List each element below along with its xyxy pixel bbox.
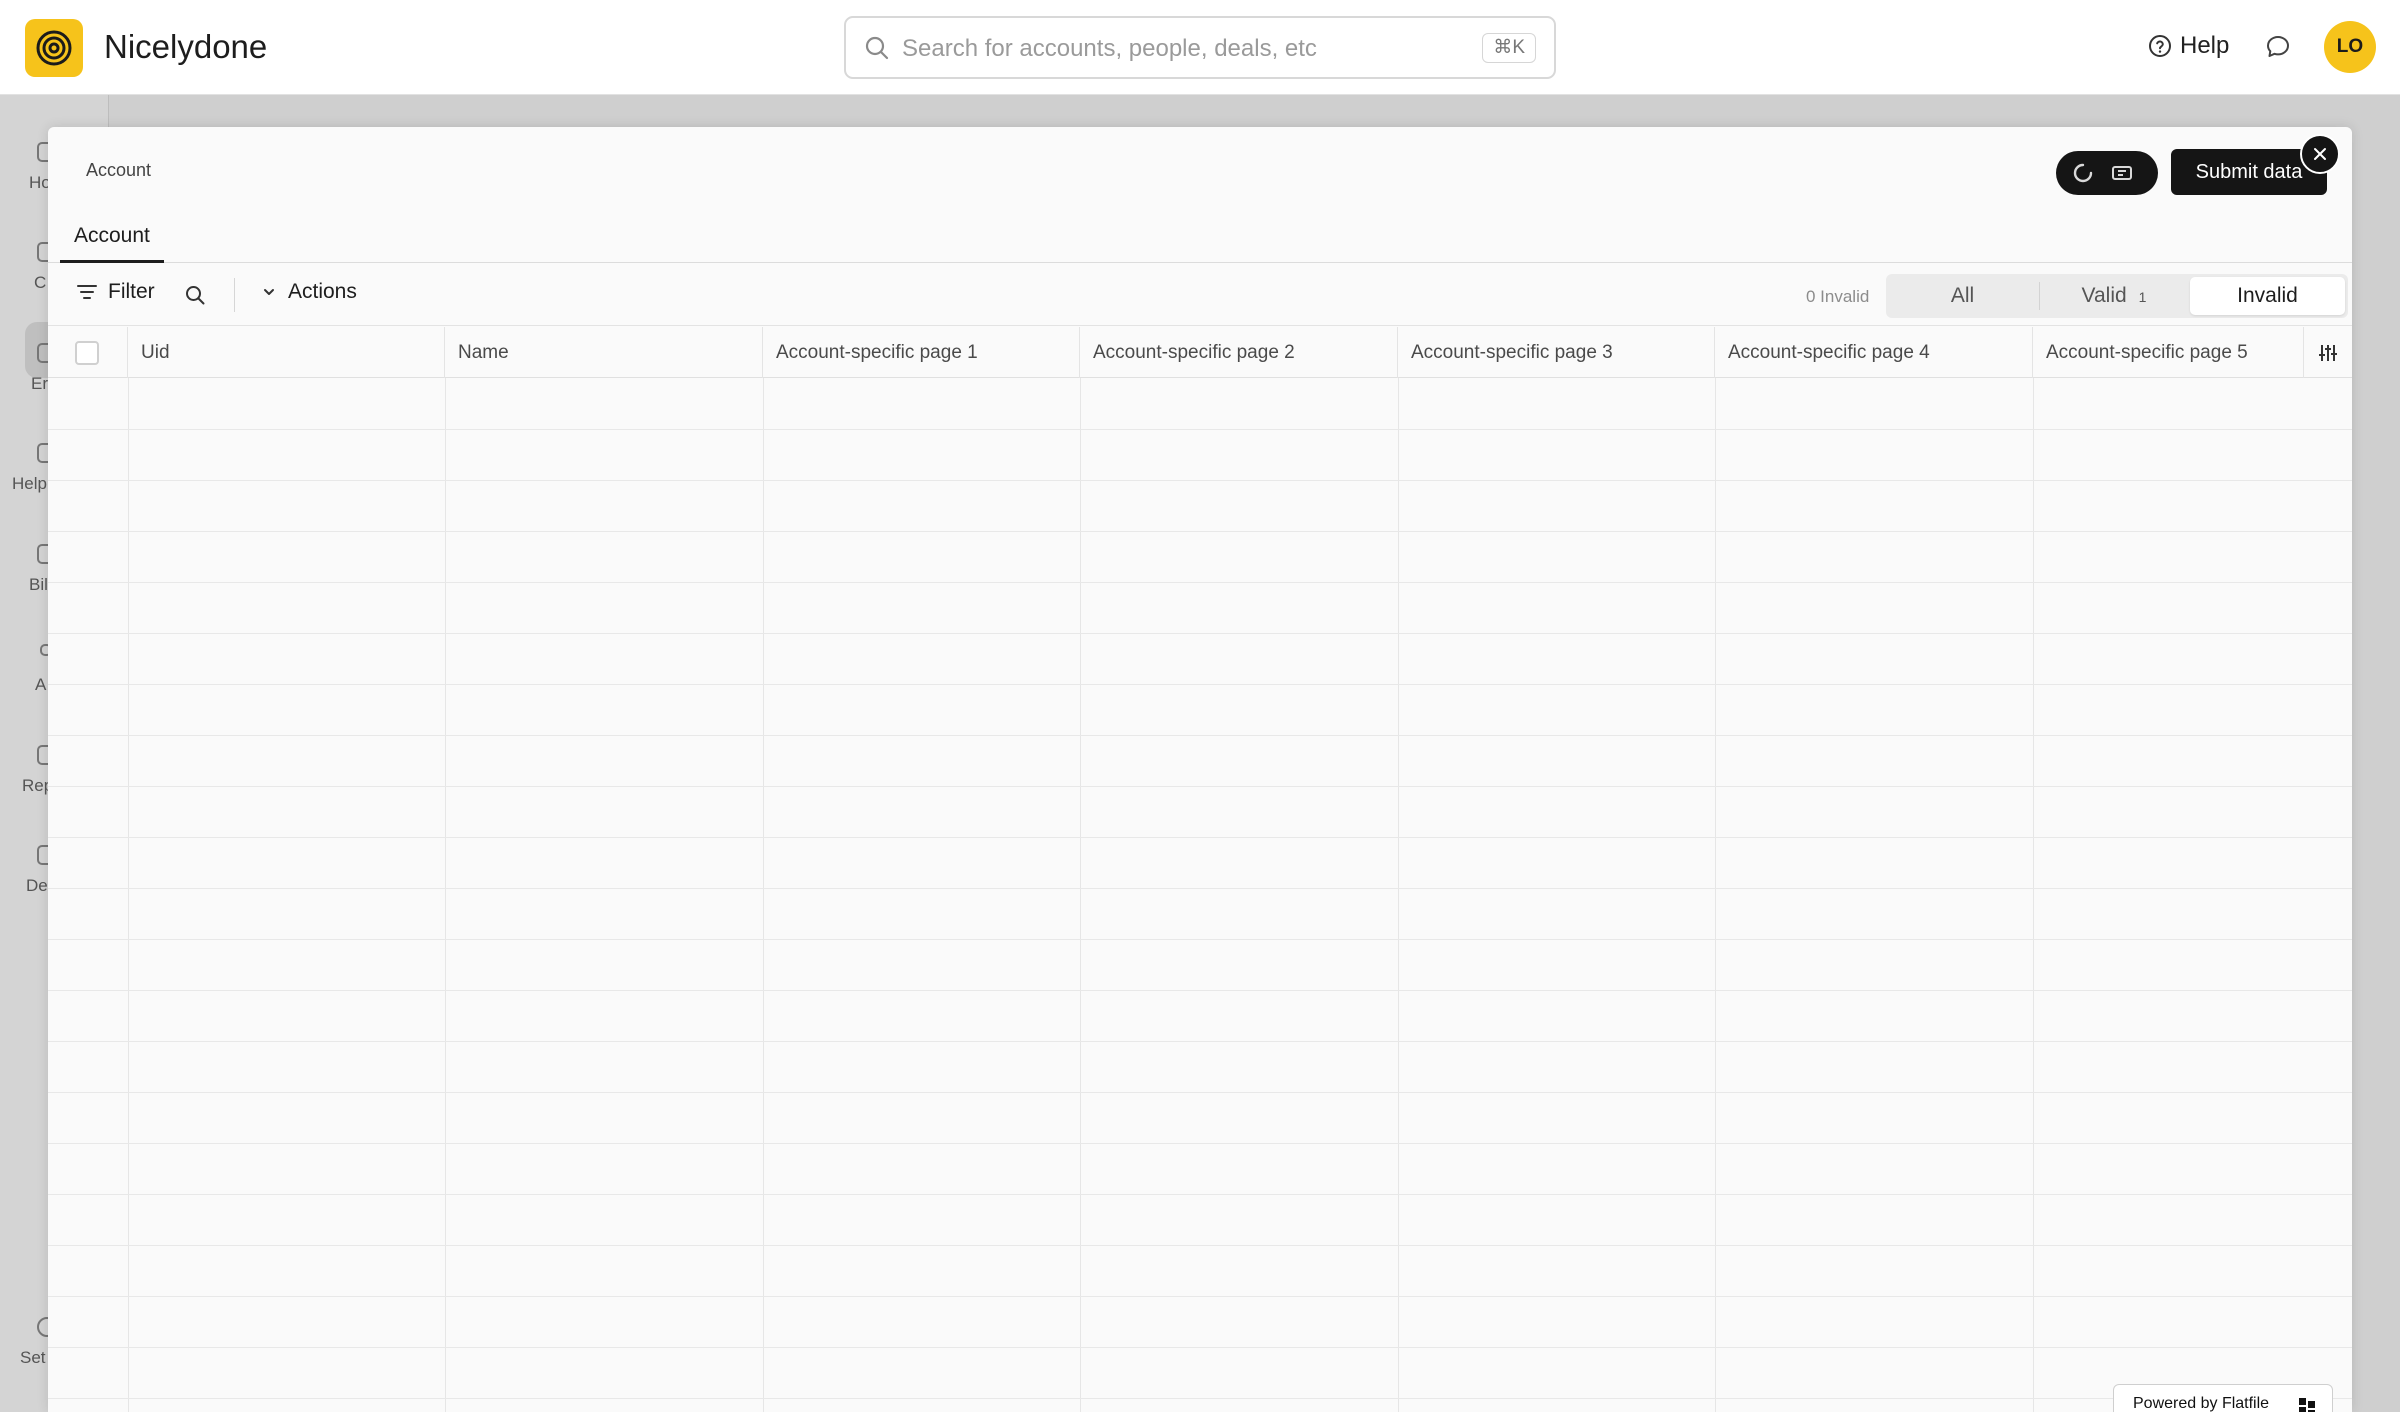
- segment-valid[interactable]: Valid 1: [2040, 274, 2188, 318]
- toolbar-divider: [234, 278, 235, 312]
- filter-icon: [77, 285, 97, 299]
- column-settings-button[interactable]: [2304, 327, 2352, 378]
- sliders-icon: [2319, 344, 2337, 361]
- grid-row-divider: [48, 939, 2352, 940]
- grid-row-divider: [48, 837, 2352, 838]
- filter-button[interactable]: Filter: [76, 280, 155, 304]
- grid-body: [48, 378, 2352, 1412]
- grid-column-divider: [445, 378, 446, 1412]
- grid-column-divider: [2033, 378, 2034, 1412]
- review-icon: [2112, 166, 2132, 180]
- grid-row-divider: [48, 480, 2352, 481]
- user-avatar[interactable]: LO: [2324, 21, 2376, 73]
- column-header-page-5[interactable]: Account-specific page 5: [2033, 327, 2304, 378]
- grid-row-divider: [48, 1092, 2352, 1093]
- breadcrumb: Account: [86, 160, 152, 180]
- invalid-count-label: 0 Invalid: [1806, 287, 1870, 306]
- search-placeholder: Search for accounts, people, deals, etc: [902, 35, 1317, 62]
- grid-row-divider: [48, 684, 2352, 685]
- close-icon: [2314, 148, 2326, 160]
- segment-all[interactable]: All: [1886, 274, 2039, 318]
- search-icon[interactable]: [184, 284, 206, 306]
- grid-toolbar: Filter Actions 0 Invalid All Valid 1 Inva…: [48, 264, 2352, 326]
- flatfile-logo-icon: [2299, 1398, 2315, 1412]
- help-label: Help: [2180, 32, 2230, 59]
- column-header-page-3[interactable]: Account-specific page 3: [1398, 327, 1715, 378]
- app-name: Nicelydone: [104, 28, 268, 65]
- grid-header-row: Uid Name Account-specific page 1 Account…: [48, 327, 2352, 378]
- select-all-checkbox[interactable]: [75, 341, 99, 365]
- chevron-down-icon: [264, 289, 274, 295]
- actions-label: Actions: [288, 280, 357, 303]
- powered-by-label: Powered by Flatfile: [2133, 1395, 2270, 1412]
- grid-row-divider: [48, 1194, 2352, 1195]
- grid-column-divider: [128, 378, 129, 1412]
- grid-row-divider: [48, 1398, 2352, 1399]
- filter-label: Filter: [108, 280, 155, 303]
- grid-row-divider: [48, 1143, 2352, 1144]
- actions-dropdown[interactable]: Actions: [262, 280, 357, 304]
- grid-row-divider: [48, 633, 2352, 634]
- grid-column-divider: [1398, 378, 1399, 1412]
- grid-row-divider: [48, 786, 2352, 787]
- top-navigation-bar: Nicelydone Search for accounts, people, …: [0, 0, 2400, 95]
- import-modal: Account Submit data Account Filter Actio…: [48, 127, 2352, 1412]
- column-header-page-4[interactable]: Account-specific page 4: [1715, 327, 2033, 378]
- valid-count-badge: 1: [2138, 289, 2147, 305]
- grid-row-divider: [48, 429, 2352, 430]
- help-button[interactable]: Help: [2148, 32, 2229, 60]
- powered-by-badge[interactable]: Powered by Flatfile: [2113, 1384, 2333, 1412]
- grid-column-divider: [763, 378, 764, 1412]
- grid-column-divider: [1080, 378, 1081, 1412]
- segment-valid-label: Valid: [2081, 284, 2127, 307]
- grid-row-divider: [48, 1347, 2352, 1348]
- chat-bubble-icon[interactable]: [2264, 33, 2292, 61]
- column-header-page-1[interactable]: Account-specific page 1: [763, 327, 1080, 378]
- grid-row-divider: [48, 990, 2352, 991]
- grid-row-divider: [48, 1296, 2352, 1297]
- search-shortcut-badge: ⌘K: [1482, 33, 1536, 63]
- segment-invalid[interactable]: Invalid: [2190, 277, 2345, 315]
- tab-account[interactable]: Account: [60, 209, 164, 263]
- global-search-input[interactable]: Search for accounts, people, deals, etc …: [844, 16, 1556, 79]
- grid-row-divider: [48, 582, 2352, 583]
- grid-row-divider: [48, 888, 2352, 889]
- column-header-name[interactable]: Name: [445, 327, 763, 378]
- grid-column-divider: [1715, 378, 1716, 1412]
- select-all-cell: [48, 327, 128, 378]
- processing-status-pill[interactable]: [2056, 151, 2158, 195]
- grid-row-divider: [48, 735, 2352, 736]
- column-header-uid[interactable]: Uid: [128, 327, 445, 378]
- grid-row-divider: [48, 531, 2352, 532]
- help-circle-icon: [2149, 35, 2171, 57]
- record-filter-segmented-control: All Valid 1 Invalid: [1886, 274, 2348, 318]
- grid-row-divider: [48, 1245, 2352, 1246]
- search-icon: [865, 36, 889, 60]
- sheet-tabs: Account: [48, 209, 2352, 263]
- close-modal-button[interactable]: [2300, 134, 2340, 174]
- loading-spinner-icon: [2073, 163, 2093, 183]
- data-grid: Uid Name Account-specific page 1 Account…: [48, 327, 2352, 1412]
- grid-row-divider: [48, 1041, 2352, 1042]
- column-header-page-2[interactable]: Account-specific page 2: [1080, 327, 1398, 378]
- app-logo-icon[interactable]: [25, 19, 83, 77]
